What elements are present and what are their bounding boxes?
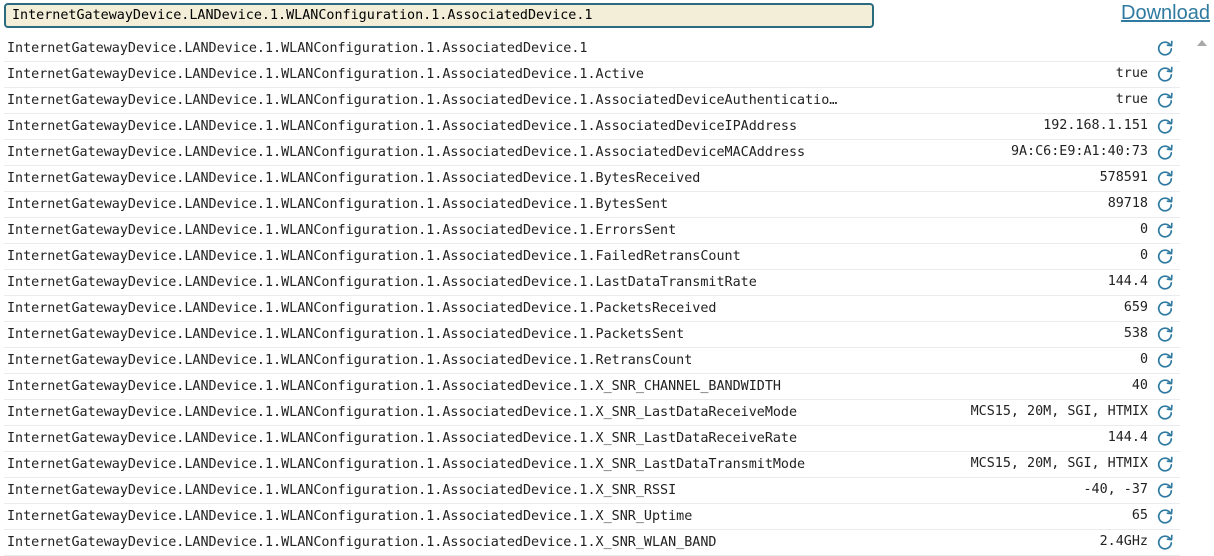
parameter-name: InternetGatewayDevice.LANDevice.1.WLANCo… <box>7 249 741 264</box>
parameter-row: InternetGatewayDevice.LANDevice.1.WLANCo… <box>4 504 1180 530</box>
parameter-name: InternetGatewayDevice.LANDevice.1.WLANCo… <box>7 483 677 498</box>
parameter-value: 2.4GHz <box>1099 534 1148 549</box>
parameter-name: InternetGatewayDevice.LANDevice.1.WLANCo… <box>7 379 781 394</box>
parameter-value: 0 <box>1139 248 1148 263</box>
parameter-name: InternetGatewayDevice.LANDevice.1.WLANCo… <box>7 93 838 108</box>
parameter-row: InternetGatewayDevice.LANDevice.1.WLANCo… <box>4 140 1180 166</box>
parameter-name: InternetGatewayDevice.LANDevice.1.WLANCo… <box>7 431 798 446</box>
refresh-icon[interactable] <box>1156 533 1174 551</box>
parameter-name: InternetGatewayDevice.LANDevice.1.WLANCo… <box>7 67 644 82</box>
parameter-name: InternetGatewayDevice.LANDevice.1.WLANCo… <box>7 171 701 186</box>
parameter-value: 0 <box>1139 352 1148 367</box>
parameter-name: InternetGatewayDevice.LANDevice.1.WLANCo… <box>7 509 693 524</box>
refresh-icon[interactable] <box>1156 507 1174 525</box>
parameter-value: 9A:C6:E9:A1:40:73 <box>1010 144 1148 159</box>
parameter-name: InternetGatewayDevice.LANDevice.1.WLANCo… <box>7 301 717 316</box>
parameter-row: InternetGatewayDevice.LANDevice.1.WLANCo… <box>4 296 1180 322</box>
parameter-name: InternetGatewayDevice.LANDevice.1.WLANCo… <box>7 327 685 342</box>
parameter-value: 192.168.1.151 <box>1043 118 1148 133</box>
parameter-filter-input[interactable] <box>4 3 874 28</box>
parameter-row: InternetGatewayDevice.LANDevice.1.WLANCo… <box>4 400 1180 426</box>
refresh-icon[interactable] <box>1156 455 1174 473</box>
parameter-name: InternetGatewayDevice.LANDevice.1.WLANCo… <box>7 457 806 472</box>
scrollbar[interactable] <box>1194 36 1214 556</box>
parameter-row: InternetGatewayDevice.LANDevice.1.WLANCo… <box>4 478 1180 504</box>
refresh-icon[interactable] <box>1156 273 1174 291</box>
parameter-value: true <box>1115 66 1148 81</box>
parameter-row: InternetGatewayDevice.LANDevice.1.WLANCo… <box>4 166 1180 192</box>
refresh-icon[interactable] <box>1156 429 1174 447</box>
refresh-icon[interactable] <box>1156 351 1174 369</box>
parameter-value: 144.4 <box>1107 274 1148 289</box>
parameter-value: 40 <box>1131 378 1148 393</box>
refresh-icon[interactable] <box>1156 39 1174 57</box>
parameter-value: true <box>1115 92 1148 107</box>
refresh-icon[interactable] <box>1156 91 1174 109</box>
refresh-icon[interactable] <box>1156 377 1174 395</box>
refresh-icon[interactable] <box>1156 65 1174 83</box>
parameter-value: 89718 <box>1107 196 1148 211</box>
parameter-row: InternetGatewayDevice.LANDevice.1.WLANCo… <box>4 348 1180 374</box>
parameter-row: InternetGatewayDevice.LANDevice.1.WLANCo… <box>4 88 1180 114</box>
parameter-value: 65 <box>1131 508 1148 523</box>
refresh-icon[interactable] <box>1156 169 1174 187</box>
parameter-row: InternetGatewayDevice.LANDevice.1.WLANCo… <box>4 452 1180 478</box>
parameter-row: InternetGatewayDevice.LANDevice.1.WLANCo… <box>4 36 1180 62</box>
refresh-icon[interactable] <box>1156 195 1174 213</box>
parameter-name: InternetGatewayDevice.LANDevice.1.WLANCo… <box>7 197 669 212</box>
parameter-name: InternetGatewayDevice.LANDevice.1.WLANCo… <box>7 405 798 420</box>
refresh-icon[interactable] <box>1156 117 1174 135</box>
refresh-icon[interactable] <box>1156 143 1174 161</box>
parameter-list: InternetGatewayDevice.LANDevice.1.WLANCo… <box>0 36 1188 556</box>
refresh-icon[interactable] <box>1156 299 1174 317</box>
parameter-value: -40, -37 <box>1083 482 1149 497</box>
refresh-icon[interactable] <box>1156 403 1174 421</box>
parameter-row: InternetGatewayDevice.LANDevice.1.WLANCo… <box>4 322 1180 348</box>
parameter-row: InternetGatewayDevice.LANDevice.1.WLANCo… <box>4 244 1180 270</box>
parameter-value: MCS15, 20M, SGI, HTMIX <box>970 404 1148 419</box>
parameter-name: InternetGatewayDevice.LANDevice.1.WLANCo… <box>7 275 757 290</box>
parameter-value: 659 <box>1123 300 1148 315</box>
parameter-name: InternetGatewayDevice.LANDevice.1.WLANCo… <box>7 145 806 160</box>
refresh-icon[interactable] <box>1156 221 1174 239</box>
parameter-row: InternetGatewayDevice.LANDevice.1.WLANCo… <box>4 530 1180 556</box>
parameter-name: InternetGatewayDevice.LANDevice.1.WLANCo… <box>7 223 677 238</box>
parameter-value: MCS15, 20M, SGI, HTMIX <box>970 456 1148 471</box>
parameter-value: 0 <box>1139 222 1148 237</box>
parameter-value: 578591 <box>1099 170 1148 185</box>
download-link[interactable]: Download <box>1121 2 1210 25</box>
parameter-value: 144.4 <box>1107 430 1148 445</box>
refresh-icon[interactable] <box>1156 481 1174 499</box>
parameter-row: InternetGatewayDevice.LANDevice.1.WLANCo… <box>4 426 1180 452</box>
parameter-value: 538 <box>1123 326 1148 341</box>
top-bar: Download <box>0 0 1214 36</box>
parameter-row: InternetGatewayDevice.LANDevice.1.WLANCo… <box>4 192 1180 218</box>
parameter-row: InternetGatewayDevice.LANDevice.1.WLANCo… <box>4 114 1180 140</box>
parameter-row: InternetGatewayDevice.LANDevice.1.WLANCo… <box>4 62 1180 88</box>
parameter-row: InternetGatewayDevice.LANDevice.1.WLANCo… <box>4 270 1180 296</box>
parameter-name: InternetGatewayDevice.LANDevice.1.WLANCo… <box>7 353 693 368</box>
parameter-name: InternetGatewayDevice.LANDevice.1.WLANCo… <box>7 119 798 134</box>
parameter-name: InternetGatewayDevice.LANDevice.1.WLANCo… <box>7 535 717 550</box>
refresh-icon[interactable] <box>1156 325 1174 343</box>
parameter-row: InternetGatewayDevice.LANDevice.1.WLANCo… <box>4 218 1180 244</box>
parameter-name: InternetGatewayDevice.LANDevice.1.WLANCo… <box>7 41 588 56</box>
scroll-up-arrow-icon[interactable] <box>1197 40 1207 46</box>
refresh-icon[interactable] <box>1156 247 1174 265</box>
parameter-row: InternetGatewayDevice.LANDevice.1.WLANCo… <box>4 374 1180 400</box>
